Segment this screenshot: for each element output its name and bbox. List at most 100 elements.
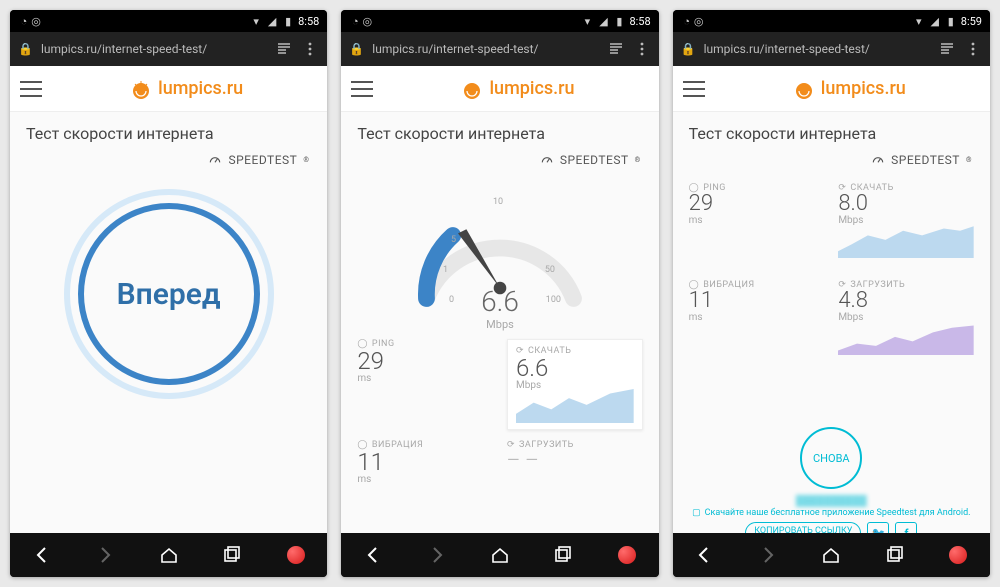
signal-icon: ◢: [266, 15, 278, 27]
wifi-icon: ▾: [250, 15, 262, 27]
back-button[interactable]: [357, 539, 389, 571]
tabs-button[interactable]: [879, 539, 911, 571]
opera-mini-icon: ◔: [681, 15, 693, 27]
wifi-icon: ▾: [913, 15, 925, 27]
more-icon[interactable]: [964, 40, 982, 58]
menu-icon[interactable]: [351, 81, 373, 97]
gauge-icon: [208, 153, 222, 167]
more-icon[interactable]: [301, 40, 319, 58]
home-button[interactable]: [153, 539, 185, 571]
logo-text: lumpics.ru: [821, 78, 906, 99]
reader-icon[interactable]: [275, 40, 293, 58]
upload-icon: ⟳: [507, 440, 515, 450]
opera-menu-button[interactable]: [942, 539, 974, 571]
logo-text: lumpics.ru: [489, 78, 574, 99]
lock-icon: 🔒: [18, 42, 33, 56]
battery-icon: ▮: [945, 15, 957, 27]
reader-icon[interactable]: [938, 40, 956, 58]
phone-screenshot-3: ◔◎ ▾ ◢ ▮ 8:59 🔒 lumpics.ru/internet-speed-t…: [673, 10, 990, 577]
signal-icon: ◢: [597, 15, 609, 27]
opera-icon: [287, 546, 305, 564]
upload-sparkline: [838, 321, 974, 355]
twitter-button[interactable]: 🐦: [867, 522, 889, 533]
logo-icon: [461, 78, 483, 100]
more-icon[interactable]: [633, 40, 651, 58]
phone-icon: ▢: [692, 508, 701, 518]
address-bar[interactable]: 🔒 lumpics.ru/internet-speed-test/: [673, 32, 990, 66]
go-label: Вперед: [117, 277, 221, 312]
again-button[interactable]: СНОВА: [800, 427, 862, 489]
forward-button: [421, 539, 453, 571]
battery-icon: ▮: [613, 15, 625, 27]
status-bar: ◔◎ ▾◢▮8:58: [341, 10, 658, 32]
logo-text: lumpics.ru: [158, 78, 243, 99]
menu-icon[interactable]: [683, 81, 705, 97]
battery-icon: ▮: [282, 15, 294, 27]
upload-placeholder: — —: [507, 450, 643, 469]
wifi-icon: ▾: [581, 15, 593, 27]
logo-icon: [130, 78, 152, 100]
facebook-button[interactable]: f: [895, 522, 917, 533]
address-bar[interactable]: 🔒 lumpics.ru/internet-speed-test/: [10, 32, 327, 66]
phone-screenshot-1: ◔◎ ▾ ◢ ▮ 8:58 🔒 lumpics.ru/internet-spee…: [10, 10, 327, 577]
copy-link-button[interactable]: КОПИРОВАТЬ ССЫЛКУ: [745, 522, 861, 533]
speedtest-brand: SPEEDTEST®: [10, 149, 327, 175]
page-content: lumpics.ru Тест скорости интернета SPEED…: [673, 66, 990, 533]
url-text: lumpics.ru/internet-speed-test/: [704, 42, 930, 56]
shazam-icon: ◎: [361, 15, 373, 27]
page-title: Тест скорости интернета: [341, 112, 658, 149]
jitter-result: ◯ВИБРАЦИЯ 11 ms: [689, 280, 825, 359]
tabs-button[interactable]: [216, 539, 248, 571]
shazam-icon: ◎: [693, 15, 705, 27]
status-bar: ◔◎ ▾ ◢ ▮ 8:59: [673, 10, 990, 32]
bottom-nav: [341, 533, 658, 577]
bottom-nav: [673, 533, 990, 577]
page-content: lumpics.ru Тест скорости интернета SPEED…: [341, 66, 658, 533]
site-header: lumpics.ru: [341, 66, 658, 112]
download-sparkline: [516, 389, 634, 423]
gauge-unit: Mbps: [481, 318, 519, 331]
back-button[interactable]: [688, 539, 720, 571]
page-title: Тест скорости интернета: [673, 112, 990, 149]
page-title: Тест скорости интернета: [10, 112, 327, 149]
upload-metric-pending: ⟳ЗАГРУЗИТЬ — —: [507, 440, 643, 485]
download-metric-active: ⟳СКАЧАТЬ 6.6 Mbps: [507, 339, 643, 430]
site-header: lumpics.ru: [673, 66, 990, 112]
speedtest-brand: SPEEDTEST®: [341, 149, 658, 175]
shazam-icon: ◎: [30, 15, 42, 27]
share-row: КОПИРОВАТЬ ССЫЛКУ 🐦 f: [673, 518, 990, 533]
opera-menu-button[interactable]: [611, 539, 643, 571]
site-logo[interactable]: lumpics.ru: [461, 78, 574, 100]
tabs-button[interactable]: [547, 539, 579, 571]
clock: 8:59: [961, 15, 982, 28]
signal-icon: ◢: [929, 15, 941, 27]
clock: 8:58: [298, 15, 319, 28]
gauge-icon: [871, 153, 885, 167]
back-button[interactable]: [26, 539, 58, 571]
opera-mini-icon: ◔: [18, 15, 30, 27]
address-bar[interactable]: 🔒 lumpics.ru/internet-speed-test/: [341, 32, 658, 66]
phone-screenshot-2: ◔◎ ▾◢▮8:58 🔒 lumpics.ru/internet-speed-t…: [341, 10, 658, 577]
lock-icon: 🔒: [349, 42, 364, 56]
download-sparkline: [838, 224, 974, 258]
app-promo[interactable]: ▢ Скачайте наше бесплатное приложение Sp…: [673, 508, 990, 518]
home-button[interactable]: [815, 539, 847, 571]
lock-icon: 🔒: [681, 42, 696, 56]
opera-icon: [618, 546, 636, 564]
home-button[interactable]: [484, 539, 516, 571]
opera-menu-button[interactable]: [280, 539, 312, 571]
forward-button: [752, 539, 784, 571]
gauge-icon: [540, 153, 554, 167]
reader-icon[interactable]: [607, 40, 625, 58]
site-logo[interactable]: lumpics.ru: [793, 78, 906, 100]
ping-metric: ◯PING 29 ms: [357, 339, 493, 430]
opera-mini-icon: ◔: [349, 15, 361, 27]
download-result: ⟳СКАЧАТЬ 8.0 Mbps: [838, 183, 974, 262]
go-button[interactable]: Вперед: [64, 189, 274, 399]
site-header: lumpics.ru: [10, 66, 327, 112]
twitter-icon: 🐦: [872, 527, 886, 534]
menu-icon[interactable]: [20, 81, 42, 97]
facebook-icon: f: [904, 527, 908, 534]
site-logo[interactable]: lumpics.ru: [130, 78, 243, 100]
opera-icon: [949, 546, 967, 564]
